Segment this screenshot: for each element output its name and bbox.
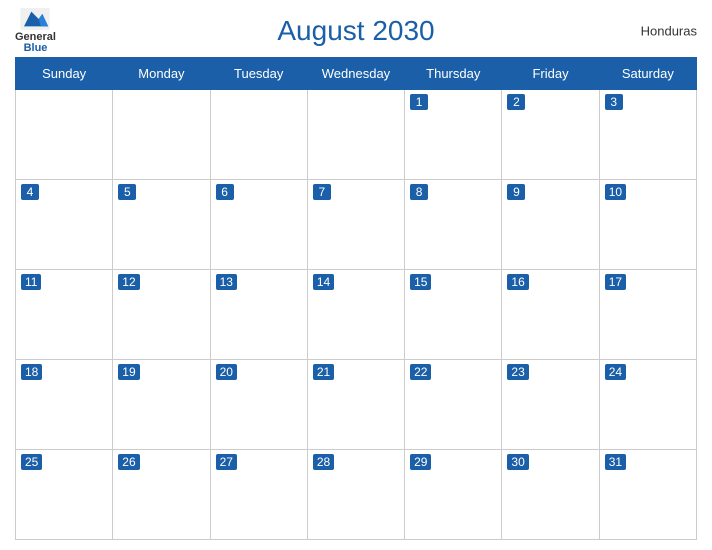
country-label: Honduras [641, 24, 697, 39]
calendar-day-cell: 27 [210, 450, 307, 540]
calendar-day-cell: 17 [599, 270, 696, 360]
day-number: 9 [507, 184, 525, 200]
calendar-day-cell: 31 [599, 450, 696, 540]
calendar-day-cell: 19 [113, 360, 210, 450]
calendar-day-cell [113, 90, 210, 180]
weekday-header-saturday: Saturday [599, 58, 696, 90]
calendar-day-cell: 29 [405, 450, 502, 540]
calendar-day-cell: 22 [405, 360, 502, 450]
day-number: 30 [507, 454, 528, 470]
day-number: 20 [216, 364, 237, 380]
day-number: 5 [118, 184, 136, 200]
calendar-day-cell: 6 [210, 180, 307, 270]
day-number: 19 [118, 364, 139, 380]
calendar-day-cell: 2 [502, 90, 599, 180]
calendar-day-cell: 30 [502, 450, 599, 540]
calendar-day-cell: 5 [113, 180, 210, 270]
day-number: 27 [216, 454, 237, 470]
calendar-week-row: 18 19 20 21 22 23 24 [16, 360, 697, 450]
day-number: 16 [507, 274, 528, 290]
day-number: 14 [313, 274, 334, 290]
weekday-header-wednesday: Wednesday [307, 58, 404, 90]
calendar-day-cell [210, 90, 307, 180]
calendar-day-cell: 11 [16, 270, 113, 360]
weekday-header-thursday: Thursday [405, 58, 502, 90]
day-number: 25 [21, 454, 42, 470]
calendar-week-row: 1 2 3 [16, 90, 697, 180]
day-number: 4 [21, 184, 39, 200]
calendar-day-cell: 4 [16, 180, 113, 270]
day-number: 8 [410, 184, 428, 200]
day-number: 23 [507, 364, 528, 380]
calendar-day-cell: 14 [307, 270, 404, 360]
calendar-day-cell: 28 [307, 450, 404, 540]
day-number: 3 [605, 94, 623, 110]
calendar-day-cell: 21 [307, 360, 404, 450]
day-number: 12 [118, 274, 139, 290]
calendar-day-cell: 15 [405, 270, 502, 360]
calendar-header: General Blue August 2030 Honduras [15, 10, 697, 52]
calendar-day-cell: 3 [599, 90, 696, 180]
day-number: 22 [410, 364, 431, 380]
day-number: 1 [410, 94, 428, 110]
calendar-day-cell: 9 [502, 180, 599, 270]
calendar-day-cell [307, 90, 404, 180]
day-number: 15 [410, 274, 431, 290]
calendar-day-cell: 26 [113, 450, 210, 540]
calendar-week-row: 4 5 6 7 8 9 10 [16, 180, 697, 270]
calendar-table: SundayMondayTuesdayWednesdayThursdayFrid… [15, 57, 697, 540]
weekday-header-monday: Monday [113, 58, 210, 90]
calendar-day-cell: 20 [210, 360, 307, 450]
weekday-header-sunday: Sunday [16, 58, 113, 90]
calendar-day-cell: 18 [16, 360, 113, 450]
calendar-day-cell: 24 [599, 360, 696, 450]
day-number: 17 [605, 274, 626, 290]
weekday-header-tuesday: Tuesday [210, 58, 307, 90]
calendar-day-cell: 8 [405, 180, 502, 270]
calendar-day-cell: 7 [307, 180, 404, 270]
day-number: 24 [605, 364, 626, 380]
day-number: 2 [507, 94, 525, 110]
calendar-day-cell: 1 [405, 90, 502, 180]
calendar-title: August 2030 [277, 15, 434, 47]
calendar-day-cell: 25 [16, 450, 113, 540]
day-number: 11 [21, 274, 41, 290]
day-number: 29 [410, 454, 431, 470]
calendar-day-cell: 13 [210, 270, 307, 360]
day-number: 10 [605, 184, 626, 200]
day-number: 31 [605, 454, 626, 470]
weekday-header-row: SundayMondayTuesdayWednesdayThursdayFrid… [16, 58, 697, 90]
day-number: 18 [21, 364, 42, 380]
logo: General Blue [15, 8, 56, 54]
day-number: 21 [313, 364, 334, 380]
calendar-day-cell [16, 90, 113, 180]
day-number: 28 [313, 454, 334, 470]
calendar-week-row: 25 26 27 28 29 30 31 [16, 450, 697, 540]
logo-blue: Blue [24, 43, 48, 54]
day-number: 6 [216, 184, 234, 200]
calendar-week-row: 11 12 13 14 15 16 17 [16, 270, 697, 360]
calendar-day-cell: 10 [599, 180, 696, 270]
calendar-day-cell: 16 [502, 270, 599, 360]
weekday-header-friday: Friday [502, 58, 599, 90]
day-number: 7 [313, 184, 331, 200]
calendar-day-cell: 23 [502, 360, 599, 450]
day-number: 13 [216, 274, 237, 290]
day-number: 26 [118, 454, 139, 470]
calendar-day-cell: 12 [113, 270, 210, 360]
